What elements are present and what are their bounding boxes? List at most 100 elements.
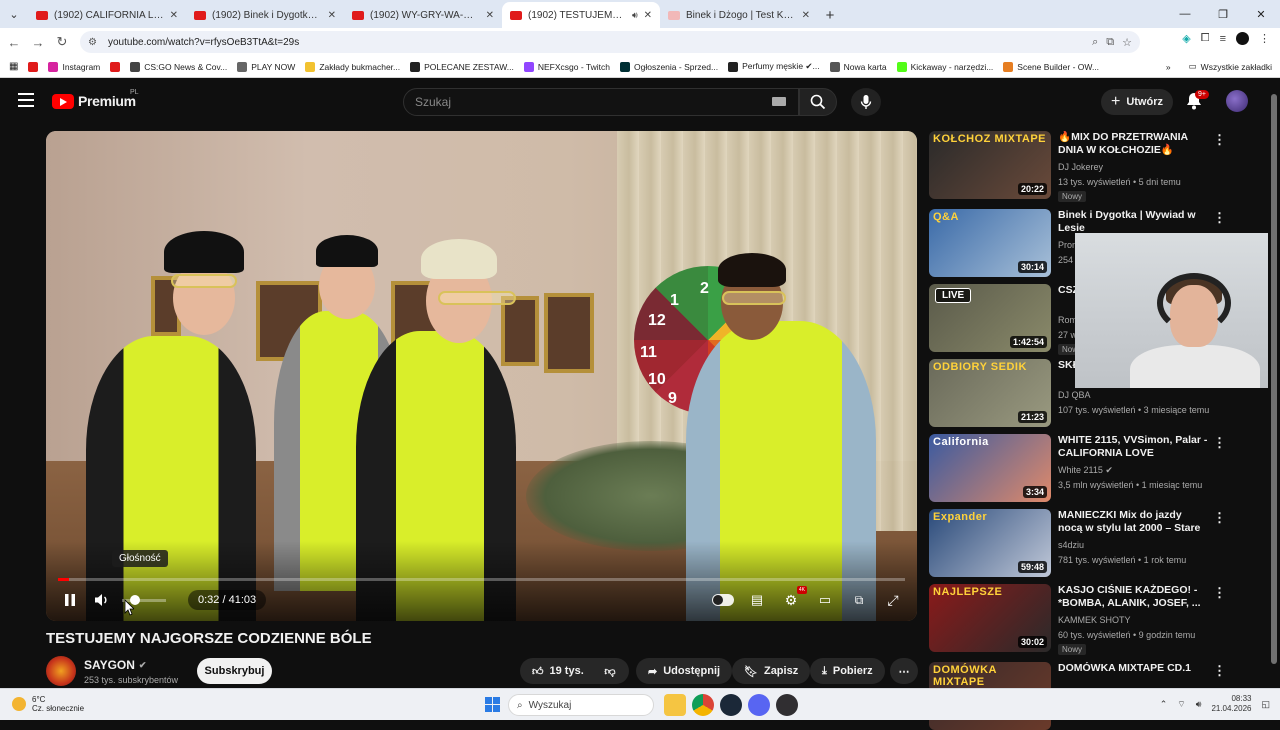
browser-tab[interactable]: (1902) WY-GRY-WA-MY! Kulisy ✕ <box>344 2 502 28</box>
speaker-icon[interactable]: 🔊︎ <box>1196 699 1202 710</box>
browser-tab[interactable]: (1902) Binek i Dygotka | Udka n ✕ <box>186 2 344 28</box>
steam-icon[interactable] <box>720 694 742 716</box>
subscribe-button[interactable]: Subskrybuj <box>197 658 272 684</box>
more-vertical-icon[interactable]: ⋮ <box>1213 664 1226 677</box>
back-icon[interactable]: ← <box>2 30 26 54</box>
minimize-icon[interactable]: — <box>1166 0 1204 28</box>
bookmark-item[interactable] <box>110 61 121 72</box>
bookmark-item[interactable]: CS:GO News & Cov... <box>130 61 227 72</box>
more-vertical-icon[interactable]: ⋮ <box>1213 586 1226 599</box>
maximize-icon[interactable]: ❐ <box>1204 0 1242 28</box>
autoplay-toggle[interactable] <box>711 588 735 612</box>
browser-menu-icon[interactable]: ⋮ <box>1259 32 1270 45</box>
site-info-icon[interactable]: ⚙ <box>88 37 102 48</box>
install-icon[interactable]: ⧉ <box>1106 36 1114 49</box>
tab-audio-icon[interactable]: 🔊︎ <box>632 10 638 21</box>
close-tab-icon[interactable]: ✕ <box>328 10 336 21</box>
video-thumbnail[interactable]: Q&A 30:14 <box>929 209 1051 277</box>
download-button[interactable]: ⤓ Pobierz <box>810 658 885 684</box>
recommended-video[interactable]: Expander 59:48 MANIECZKI Mix do jazdy nocą… <box>929 509 1229 577</box>
close-tab-icon[interactable]: ✕ <box>170 10 178 21</box>
more-vertical-icon[interactable]: ⋮ <box>1213 511 1226 524</box>
extensions-puzzle-icon[interactable]: ⧠ <box>1201 32 1210 45</box>
discord-icon[interactable] <box>748 694 770 716</box>
mute-button[interactable] <box>90 588 114 612</box>
channel-avatar[interactable] <box>46 656 76 686</box>
close-tab-icon[interactable]: ✕ <box>802 10 810 21</box>
progress-bar[interactable] <box>58 578 905 581</box>
share-button[interactable]: ➦ Udostępnij <box>636 658 733 684</box>
url-field[interactable]: ⚙ youtube.com/watch?v=rfysOeB3TtA&t=29s … <box>80 31 1140 53</box>
settings-button[interactable]: ⚙ 4K <box>779 586 807 612</box>
channel-name[interactable]: SAYGON ✔ <box>84 658 146 672</box>
like-button[interactable]: 👍︎ 19 tys. <box>520 658 592 684</box>
browser-tab[interactable]: Binek i Dżogo | Test Kiełbasy - ✕ <box>660 2 818 28</box>
close-tab-icon[interactable]: ✕ <box>486 10 494 21</box>
taskbar-search[interactable]: ⌕ Wyszukaj <box>508 694 654 716</box>
menu-icon[interactable] <box>18 93 34 107</box>
notifications-tray-icon[interactable]: ◱ <box>1261 699 1270 710</box>
bookmark-star-icon[interactable]: ☆ <box>1122 36 1132 49</box>
extension-icon[interactable]: ◈ <box>1182 32 1190 45</box>
youtube-logo[interactable]: Premium PL <box>52 89 139 109</box>
network-icon[interactable]: ⌔ <box>1177 699 1185 710</box>
chevron-right-icon[interactable]: » <box>1166 62 1171 72</box>
video-thumbnail[interactable]: ODBIORY SEDIK 21:23 <box>929 359 1051 427</box>
profile-icon[interactable] <box>1236 32 1249 45</box>
bookmark-item[interactable]: Scene Builder - OW... <box>1003 61 1099 72</box>
bookmark-item[interactable]: NEFXcsgo - Twitch <box>523 61 610 72</box>
create-button[interactable]: + Utwórz <box>1101 89 1173 115</box>
tab-search-chevron-icon[interactable]: ⌄ <box>0 0 28 28</box>
more-vertical-icon[interactable]: ⋮ <box>1213 133 1226 146</box>
video-thumbnail[interactable]: NAJLEPSZE 30:02 <box>929 584 1051 652</box>
more-vertical-icon[interactable]: ⋮ <box>1213 436 1226 449</box>
recommended-video[interactable]: KOŁCHOZ MIXTAPE 20:22 🔥MIX DO PRZETRWANIA … <box>929 131 1229 202</box>
close-tab-icon[interactable]: ✕ <box>644 10 652 21</box>
save-button[interactable]: 🔖︎ Zapisz <box>732 658 811 684</box>
bookmark-item[interactable]: Nowa karta <box>829 61 887 72</box>
keyboard-icon[interactable] <box>772 97 786 106</box>
bookmark-item[interactable]: PLAY NOW <box>237 61 295 72</box>
voice-search-button[interactable] <box>851 88 881 116</box>
video-thumbnail[interactable]: California 3:34 <box>929 434 1051 502</box>
bookmark-item[interactable] <box>28 61 39 72</box>
pause-button[interactable] <box>58 588 82 612</box>
all-bookmarks[interactable]: » ▭ Wszystkie zakładki <box>1166 61 1272 72</box>
browser-tab[interactable]: (1902) TESTUJEMY NAJGOR 🔊︎ ✕ <box>502 2 660 28</box>
obs-icon[interactable] <box>776 694 798 716</box>
theater-mode-button[interactable]: ▭ <box>813 588 837 612</box>
account-avatar[interactable] <box>1226 90 1248 112</box>
new-tab-button[interactable]: + <box>818 2 842 28</box>
fullscreen-button[interactable]: ⤢ <box>881 588 905 612</box>
zoom-icon[interactable]: ⌕ <box>1092 36 1098 49</box>
weather-widget[interactable]: 6°C Cz. słonecznie <box>12 695 84 713</box>
clock[interactable]: 08:33 21.04.2026 <box>1211 694 1251 714</box>
reload-icon[interactable]: ↻ <box>50 30 74 54</box>
bookmark-item[interactable]: Instagram <box>48 61 100 72</box>
tray-chevron-icon[interactable]: ⌃ <box>1160 699 1168 710</box>
media-control-icon[interactable]: ≡ <box>1220 33 1226 45</box>
forward-icon[interactable]: → <box>26 30 50 54</box>
bookmark-item[interactable]: Kickaway - narzędzi... <box>896 61 993 72</box>
browser-tab[interactable]: (1902) CALIFORNIA LOVE - You ✕ <box>28 2 186 28</box>
search-input[interactable]: Szukaj <box>403 88 799 116</box>
bookmark-item[interactable]: POLECANE ZESTAW... <box>410 61 514 72</box>
close-window-icon[interactable]: ✕ <box>1242 0 1280 28</box>
windows-start-icon[interactable] <box>485 697 500 712</box>
apps-grid-icon[interactable]: ▦ <box>9 61 18 72</box>
page-scrollbar[interactable] <box>1268 80 1280 688</box>
more-vertical-icon[interactable]: ⋮ <box>1213 211 1226 224</box>
video-thumbnail[interactable]: LIVE 1:42:54 <box>929 284 1051 352</box>
search-button[interactable] <box>799 88 837 116</box>
scrollbar-thumb[interactable] <box>1271 94 1277 664</box>
recommended-video[interactable]: California 3:34 WHITE 2115, VVSimon, Palar… <box>929 434 1229 502</box>
recommended-video[interactable]: NAJLEPSZE 30:02 KASJO CIŚNIE KAŻDEGO! - *B… <box>929 584 1229 655</box>
file-explorer-icon[interactable] <box>664 694 686 716</box>
subtitles-button[interactable]: ▤ <box>745 588 769 612</box>
more-actions-button[interactable]: ⋯ <box>890 658 918 684</box>
video-thumbnail[interactable]: Expander 59:48 <box>929 509 1051 577</box>
dislike-button[interactable]: 👎︎ <box>591 658 629 684</box>
bookmark-item[interactable]: Zakłady bukmacher... <box>305 61 400 72</box>
video-thumbnail[interactable]: KOŁCHOZ MIXTAPE 20:22 <box>929 131 1051 199</box>
video-player[interactable]: 1 2 12 11 10 9 Głośność 0:32 / 41:03 ▤ ⚙… <box>46 131 917 621</box>
